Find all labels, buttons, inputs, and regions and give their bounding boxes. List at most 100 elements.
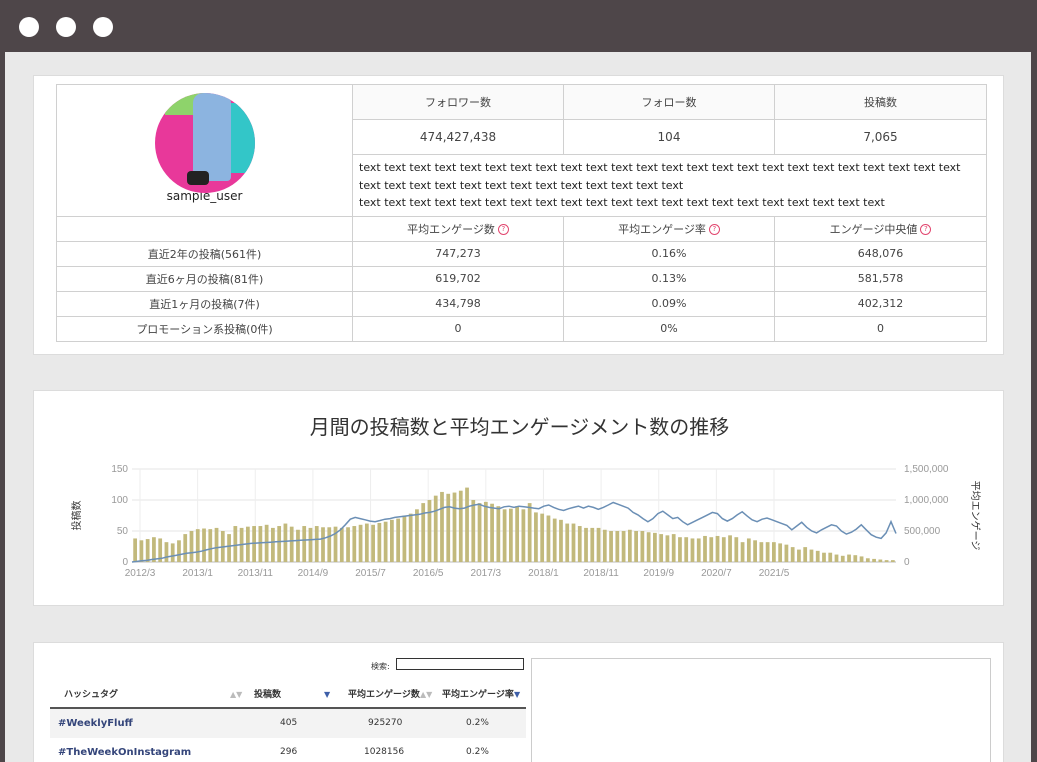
sort-desc-icon[interactable]: ▼ [324, 683, 330, 707]
bar [646, 532, 651, 562]
bar [296, 529, 300, 562]
window-maximize-button[interactable] [93, 17, 113, 37]
avg-engage-cell: 925270 [368, 718, 403, 728]
row-value: 581,578 [774, 265, 987, 292]
bar [377, 522, 382, 562]
help-icon[interactable]: ? [920, 224, 932, 235]
metric-header-label: エンゲージ中央値 [829, 222, 918, 236]
bar [227, 534, 231, 562]
help-icon[interactable]: ? [708, 224, 720, 235]
y-left-tick-label: 50 [117, 526, 129, 537]
profile-avatar-cell: sample_user [56, 84, 353, 217]
bar [546, 515, 551, 562]
bar [621, 531, 626, 562]
bar [847, 554, 851, 562]
bar [327, 527, 332, 562]
table-row[interactable]: #TheWeekOnInstagram 296 1028156 0.2% [50, 738, 526, 762]
bar [440, 491, 444, 562]
row-label: 直近1ヶ月の投稿(7件) [56, 290, 353, 317]
help-icon[interactable]: ? [497, 224, 509, 235]
posts-value: 7,065 [774, 119, 987, 155]
bio-line: text text text text text text text text … [359, 178, 684, 192]
sort-icon[interactable]: ▲▼ [230, 683, 242, 707]
x-tick-label: 2013/1 [182, 568, 213, 579]
bar [822, 552, 826, 562]
bar [803, 547, 808, 562]
hashtag-side-panel [531, 658, 991, 762]
bar [383, 521, 388, 562]
bar [189, 531, 194, 562]
bar [152, 537, 156, 562]
bar [759, 542, 764, 562]
following-value: 104 [563, 119, 775, 155]
bar [809, 549, 814, 562]
bar [740, 542, 745, 562]
bar [471, 500, 476, 562]
table-row[interactable]: #WeeklyFluff 405 925270 0.2% [50, 709, 526, 738]
chart-card: 月間の投稿数と平均エンゲージメント数の推移 0 50 100 150 0 500,000 1… [33, 390, 1004, 606]
y-right-tick-label: 0 [904, 557, 910, 568]
search-input[interactable] [396, 658, 524, 670]
hashtag-link[interactable]: #WeeklyFluff [58, 709, 133, 738]
bar [289, 526, 294, 562]
column-avg-engage[interactable]: 平均エンゲージ数 [348, 683, 420, 707]
bar [483, 501, 488, 562]
bar [490, 503, 494, 562]
bar [671, 534, 676, 562]
bar [627, 529, 632, 562]
column-posts[interactable]: 投稿数 [254, 683, 281, 707]
bar [527, 503, 532, 562]
bar [258, 526, 263, 562]
row-value: 0 [774, 315, 987, 342]
bar [590, 527, 595, 562]
bar [790, 547, 795, 562]
bar [721, 537, 726, 562]
x-tick-label: 2019/9 [643, 568, 674, 579]
row-value: 0.13% [563, 265, 775, 292]
row-value: 0% [563, 315, 775, 342]
bar [540, 513, 545, 562]
sort-icon[interactable]: ▲▼ [420, 683, 432, 707]
bar [133, 538, 138, 562]
bar [872, 558, 876, 562]
window-close-button[interactable] [19, 17, 39, 37]
bar [552, 518, 557, 562]
bar [634, 531, 638, 562]
bar [653, 532, 657, 562]
bar [371, 524, 375, 562]
x-tick-label: 2012/3 [125, 568, 156, 579]
profile-table: sample_user フォロワー数 フォロー数 投稿数 474,427,438… [56, 84, 987, 342]
column-hashtag[interactable]: ハッシュタグ [64, 683, 118, 707]
row-value: 747,273 [352, 240, 564, 267]
bar [402, 515, 407, 562]
y-left-axis-title: 投稿数 [70, 501, 83, 531]
column-engage-rate[interactable]: 平均エンゲージ率 [442, 683, 514, 707]
bar [283, 523, 288, 562]
bar [214, 527, 219, 562]
row-value: 619,702 [352, 265, 564, 292]
bar [314, 526, 319, 562]
y-right-tick-label: 500,000 [904, 526, 941, 537]
bar [734, 537, 739, 562]
posts-cell: 405 [280, 718, 298, 728]
window-minimize-button[interactable] [56, 17, 76, 37]
row-value: 0 [352, 315, 564, 342]
hashtag-link[interactable]: #TheWeekOnInstagram [58, 738, 191, 762]
y-left-tick-label: 0 [122, 557, 128, 568]
followers-header: フォロワー数 [352, 84, 564, 120]
bar [515, 506, 520, 562]
sort-desc-icon[interactable]: ▼ [514, 683, 520, 707]
metric-header-label: 平均エンゲージ率 [618, 222, 706, 236]
window-titlebar [0, 0, 1037, 52]
bar [139, 540, 144, 562]
bar [415, 509, 419, 562]
bar [170, 543, 175, 562]
row-label: 直近6ヶ月の投稿(81件) [56, 265, 353, 292]
bar [396, 518, 401, 562]
bar [183, 534, 188, 562]
row-value: 648,076 [774, 240, 987, 267]
bar [834, 554, 839, 562]
bar [177, 540, 181, 562]
avatar[interactable] [154, 93, 255, 193]
following-header: フォロー数 [563, 84, 775, 120]
